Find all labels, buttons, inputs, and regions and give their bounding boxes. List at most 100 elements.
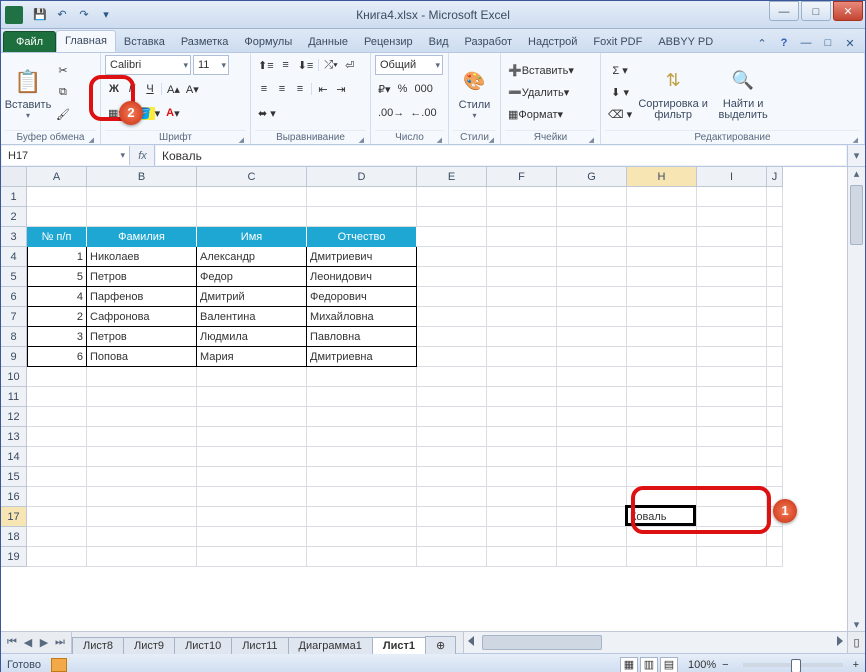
view-pagebreak-button[interactable]: ▤: [660, 657, 678, 672]
cell-B13[interactable]: [87, 427, 197, 447]
cells[interactable]: № п/пФамилияИмяОтчество1НиколаевАлександ…: [27, 187, 783, 631]
row-header-1[interactable]: 1: [1, 187, 27, 207]
cell-A3[interactable]: № п/п: [27, 227, 87, 247]
cell-C10[interactable]: [197, 367, 307, 387]
cell-H2[interactable]: [627, 207, 697, 227]
cell-C18[interactable]: [197, 527, 307, 547]
cell-F16[interactable]: [487, 487, 557, 507]
cell-H10[interactable]: [627, 367, 697, 387]
cell-C11[interactable]: [197, 387, 307, 407]
font-name-combo[interactable]: Calibri: [105, 55, 191, 75]
cell-F1[interactable]: [487, 187, 557, 207]
row-header-14[interactable]: 14: [1, 447, 27, 467]
row-header-18[interactable]: 18: [1, 527, 27, 547]
align-middle-button[interactable]: ≡: [277, 55, 295, 75]
undo-icon[interactable]: ↶: [53, 6, 71, 24]
select-all-corner[interactable]: [1, 167, 27, 187]
cell-F17[interactable]: [487, 507, 557, 527]
row-header-5[interactable]: 5: [1, 267, 27, 287]
cell-B16[interactable]: [87, 487, 197, 507]
cell-D15[interactable]: [307, 467, 417, 487]
row-header-13[interactable]: 13: [1, 427, 27, 447]
col-header-F[interactable]: F: [487, 167, 557, 187]
fill-button[interactable]: ⬇ ▾: [605, 83, 635, 103]
cell-A10[interactable]: [27, 367, 87, 387]
formula-input[interactable]: [162, 149, 840, 163]
cell-E9[interactable]: [417, 347, 487, 367]
cell-B5[interactable]: Петров: [87, 267, 197, 287]
cell-F13[interactable]: [487, 427, 557, 447]
cell-I3[interactable]: [697, 227, 767, 247]
cell-A4[interactable]: 1: [27, 247, 87, 267]
cell-G4[interactable]: [557, 247, 627, 267]
cell-G9[interactable]: [557, 347, 627, 367]
cell-B18[interactable]: [87, 527, 197, 547]
cell-D14[interactable]: [307, 447, 417, 467]
cell-H11[interactable]: [627, 387, 697, 407]
cell-H12[interactable]: [627, 407, 697, 427]
cell-G8[interactable]: [557, 327, 627, 347]
row-header-3[interactable]: 3: [1, 227, 27, 247]
cell-A7[interactable]: 2: [27, 307, 87, 327]
cell-D8[interactable]: Павловна: [307, 327, 417, 347]
cell-F2[interactable]: [487, 207, 557, 227]
cell-J6[interactable]: [767, 287, 783, 307]
cell-D19[interactable]: [307, 547, 417, 567]
copy-button[interactable]: ⧉: [53, 83, 73, 103]
sheet-first-icon[interactable]: ⏮: [5, 636, 19, 649]
cell-C3[interactable]: Имя: [197, 227, 307, 247]
cell-I7[interactable]: [697, 307, 767, 327]
help-icon[interactable]: ?: [775, 34, 793, 52]
tab-addins[interactable]: Надстрой: [520, 32, 585, 52]
cell-B11[interactable]: [87, 387, 197, 407]
cell-G19[interactable]: [557, 547, 627, 567]
cell-F7[interactable]: [487, 307, 557, 327]
cell-H5[interactable]: [627, 267, 697, 287]
cell-I13[interactable]: [697, 427, 767, 447]
cell-D12[interactable]: [307, 407, 417, 427]
increase-indent-button[interactable]: ⇥: [332, 79, 350, 99]
col-header-D[interactable]: D: [307, 167, 417, 187]
cell-B14[interactable]: [87, 447, 197, 467]
cell-I14[interactable]: [697, 447, 767, 467]
cell-I9[interactable]: [697, 347, 767, 367]
cell-D16[interactable]: [307, 487, 417, 507]
cell-I1[interactable]: [697, 187, 767, 207]
row-header-16[interactable]: 16: [1, 487, 27, 507]
align-right-button[interactable]: ≡: [291, 79, 309, 99]
cell-G2[interactable]: [557, 207, 627, 227]
tab-home[interactable]: Главная: [56, 30, 116, 52]
vertical-scrollbar[interactable]: ▴ ▾: [847, 167, 865, 631]
hscroll-resize-icon[interactable]: ▯: [847, 632, 865, 653]
cell-I16[interactable]: [697, 487, 767, 507]
cell-J3[interactable]: [767, 227, 783, 247]
cell-D2[interactable]: [307, 207, 417, 227]
orientation-button[interactable]: ⤮▾: [321, 55, 340, 75]
format-painter-button[interactable]: 🖌: [53, 105, 73, 125]
cell-E1[interactable]: [417, 187, 487, 207]
number-format-combo[interactable]: Общий: [375, 55, 443, 75]
grow-font-button[interactable]: A▴: [164, 79, 183, 99]
col-header-I[interactable]: I: [697, 167, 767, 187]
cell-F9[interactable]: [487, 347, 557, 367]
row-header-11[interactable]: 11: [1, 387, 27, 407]
redo-icon[interactable]: ↷: [75, 6, 93, 24]
cell-J11[interactable]: [767, 387, 783, 407]
currency-button[interactable]: ₽▾: [375, 79, 394, 99]
row-header-8[interactable]: 8: [1, 327, 27, 347]
cell-E4[interactable]: [417, 247, 487, 267]
horizontal-scroll-thumb[interactable]: [482, 635, 602, 650]
tab-layout[interactable]: Разметка: [173, 32, 237, 52]
tab-developer[interactable]: Разработ: [457, 32, 520, 52]
cell-F6[interactable]: [487, 287, 557, 307]
cell-J9[interactable]: [767, 347, 783, 367]
cell-J18[interactable]: [767, 527, 783, 547]
cell-F3[interactable]: [487, 227, 557, 247]
cell-J1[interactable]: [767, 187, 783, 207]
cell-E8[interactable]: [417, 327, 487, 347]
cell-B8[interactable]: Петров: [87, 327, 197, 347]
italic-button[interactable]: К: [123, 79, 141, 99]
cell-E7[interactable]: [417, 307, 487, 327]
col-header-H[interactable]: H: [627, 167, 697, 187]
fx-icon[interactable]: fx: [131, 145, 155, 166]
